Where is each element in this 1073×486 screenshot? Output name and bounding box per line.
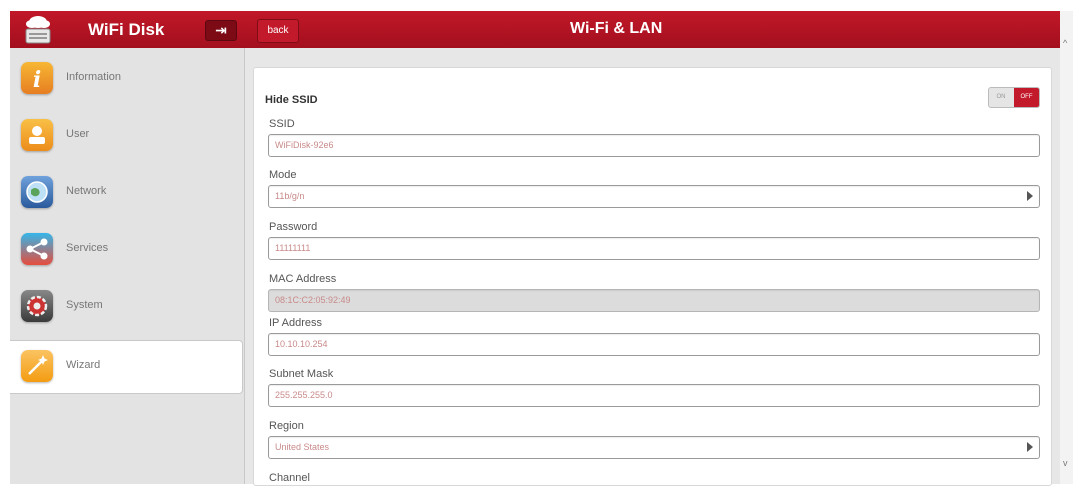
sidebar-item-services[interactable]: Services xyxy=(10,224,242,276)
back-button[interactable]: back xyxy=(257,19,299,43)
subnet-mask-value: 255.255.255.0 xyxy=(275,390,333,400)
hide-ssid-label: Hide SSID xyxy=(265,94,318,106)
mac-address-label: MAC Address xyxy=(269,273,337,285)
page-title: Wi-Fi & LAN xyxy=(570,20,663,37)
mode-value: 11b/g/n xyxy=(275,191,305,201)
subnet-mask-label: Subnet Mask xyxy=(269,368,334,380)
main-panel: Hide SSID ON OFF SSID WiFiDisk-92e6 Mode… xyxy=(245,48,1060,486)
mac-address-value: 08:1C:C2:05:92:49 xyxy=(275,295,351,305)
hide-ssid-toggle[interactable]: ON OFF xyxy=(988,87,1040,108)
ssid-label: SSID xyxy=(269,118,295,130)
sidebar-item-label: Services xyxy=(66,242,109,254)
sidebar-item-system[interactable]: System xyxy=(10,281,242,333)
toggle-off-label: OFF xyxy=(1014,88,1039,107)
toggle-on-label: ON xyxy=(996,94,1006,100)
region-select[interactable]: United States xyxy=(268,436,1040,459)
dropdown-arrow-icon xyxy=(1027,442,1033,452)
sidebar: i Information User Network Services Syst… xyxy=(10,48,245,484)
sidebar-item-network[interactable]: Network xyxy=(10,167,242,219)
password-label: Password xyxy=(269,221,318,233)
sidebar-item-user[interactable]: User xyxy=(10,110,242,162)
password-value: 11111111 xyxy=(275,243,311,253)
scroll-up-icon[interactable]: ^ xyxy=(1063,38,1067,48)
system-gear-icon xyxy=(21,290,53,322)
app-title: WiFi Disk xyxy=(88,20,165,39)
mode-label: Mode xyxy=(269,169,297,181)
sidebar-item-information[interactable]: i Information xyxy=(10,53,242,105)
password-field[interactable]: 11111111 xyxy=(268,237,1040,260)
sidebar-item-label: System xyxy=(66,299,103,311)
globe-icon xyxy=(21,176,53,208)
sidebar-item-label: Network xyxy=(66,185,107,197)
channel-label: Channel xyxy=(269,472,310,484)
sidebar-item-label: User xyxy=(66,128,90,140)
user-icon xyxy=(21,119,53,151)
mode-select[interactable]: 11b/g/n xyxy=(268,185,1040,208)
ssid-value: WiFiDisk-92e6 xyxy=(275,140,334,150)
page-scrollbar[interactable]: ^ v xyxy=(1060,11,1073,484)
sidebar-item-wizard[interactable]: Wizard xyxy=(10,340,243,394)
wifi-disk-logo-icon xyxy=(25,16,51,44)
top-bar: WiFi Disk ⇥ back Wi-Fi & LAN xyxy=(10,11,1060,48)
logout-button[interactable]: ⇥ xyxy=(205,20,237,41)
settings-card: Hide SSID ON OFF SSID WiFiDisk-92e6 Mode… xyxy=(253,67,1052,486)
dropdown-arrow-icon xyxy=(1027,191,1033,201)
scroll-down-icon[interactable]: v xyxy=(1063,458,1068,468)
sidebar-item-label: Information xyxy=(66,71,122,83)
region-value: United States xyxy=(275,442,330,452)
ip-address-label: IP Address xyxy=(269,317,322,329)
ssid-field[interactable]: WiFiDisk-92e6 xyxy=(268,134,1040,157)
share-icon xyxy=(21,233,53,265)
subnet-mask-field[interactable]: 255.255.255.0 xyxy=(268,384,1040,407)
ip-address-field[interactable]: 10.10.10.254 xyxy=(268,333,1040,356)
ip-address-value: 10.10.10.254 xyxy=(275,339,328,349)
svg-text:i: i xyxy=(33,67,41,93)
mac-address-field: 08:1C:C2:05:92:49 xyxy=(268,289,1040,312)
region-label: Region xyxy=(269,420,304,432)
info-icon: i xyxy=(21,62,53,94)
wizard-wand-icon xyxy=(21,350,53,382)
sidebar-item-label: Wizard xyxy=(66,359,101,371)
